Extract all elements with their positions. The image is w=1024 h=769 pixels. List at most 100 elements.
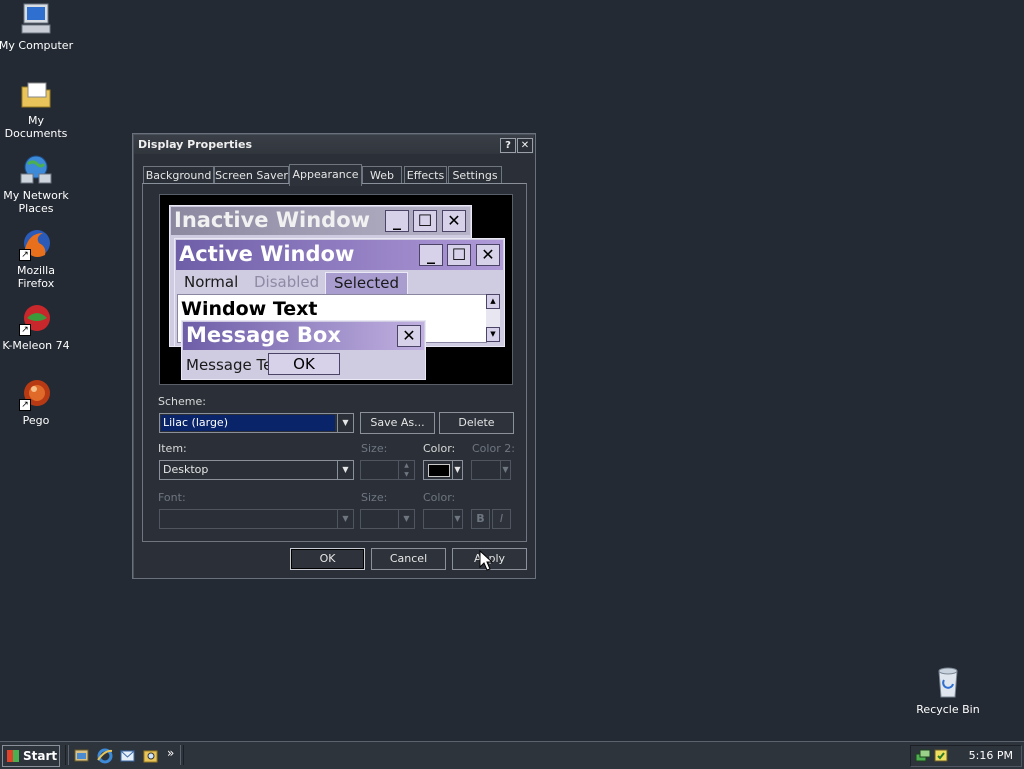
scheme-dropdown[interactable]: Lilac (large) ▼ — [159, 413, 354, 433]
desktop-icon-mozilla-firefox[interactable]: ↗ Mozilla Firefox — [0, 227, 74, 290]
show-desktop-icon[interactable] — [73, 747, 90, 764]
italic-button[interactable]: I — [492, 509, 511, 529]
window-title: Display Properties — [138, 138, 253, 151]
desktop-icon-label: Mozilla Firefox — [17, 264, 55, 290]
desktop-icon-label: Recycle Bin — [916, 703, 980, 716]
close-icon: ✕ — [442, 210, 466, 232]
preview-ok-button: OK — [268, 353, 340, 375]
chevron-down-icon[interactable]: ▼ — [398, 510, 414, 528]
item-value: Desktop — [163, 463, 209, 476]
desktop-icon-label: My Computer — [0, 39, 74, 52]
security-tray-icon[interactable] — [933, 748, 949, 763]
firefox-icon: ↗ — [19, 227, 53, 261]
preview-scrollbar: ▲ ▼ — [486, 294, 500, 342]
ok-button[interactable]: OK — [290, 548, 365, 570]
close-button[interactable]: ✕ — [517, 138, 533, 153]
font-dropdown[interactable]: ▼ — [159, 509, 354, 529]
display-properties-window: Display Properties ? ✕ Background Screen… — [132, 133, 536, 579]
desktop-icon-label: My Network Places — [3, 189, 69, 215]
bold-button[interactable]: B — [471, 509, 490, 529]
font-size-label: Size: — [361, 491, 388, 504]
tab-settings[interactable]: Settings — [448, 166, 502, 184]
quicklaunch-divider — [65, 745, 69, 765]
item-dropdown[interactable]: Desktop ▼ — [159, 460, 354, 480]
size-label: Size: — [361, 442, 388, 455]
tab-screen-saver[interactable]: Screen Saver — [214, 166, 289, 184]
scroll-up-icon: ▲ — [486, 294, 500, 309]
appearance-panel: Inactive Window _ ☐ ✕ Active Window _ ☐ … — [142, 183, 527, 542]
maximize-icon: ☐ — [447, 244, 471, 266]
my-computer-icon — [19, 2, 53, 36]
menu-selected: Selected — [325, 272, 409, 296]
pego-icon: ↗ — [19, 377, 53, 411]
network-icon — [19, 152, 53, 186]
start-label: Start — [23, 749, 58, 763]
desktop-icon-my-documents[interactable]: My Documents — [0, 77, 74, 140]
font-color-picker-button[interactable]: ▼ — [423, 509, 463, 529]
color2-picker-button[interactable]: ▼ — [471, 460, 511, 480]
scheme-value: Lilac (large) — [163, 416, 228, 429]
size-spinner[interactable]: ▲ ▼ — [360, 460, 415, 480]
active-window-title: Active Window — [179, 242, 355, 266]
internet-explorer-icon[interactable] — [96, 747, 113, 764]
window-text: Window Text — [181, 298, 318, 320]
shortcut-arrow-icon: ↗ — [19, 399, 31, 411]
folder-documents-icon — [19, 77, 53, 111]
desktop-icon-my-network-places[interactable]: My Network Places — [0, 152, 74, 215]
font-color-label: Color: — [423, 491, 456, 504]
clock[interactable]: 5:16 PM — [969, 749, 1013, 762]
color-label: Color: — [423, 442, 456, 455]
shortcut-arrow-icon: ↗ — [19, 249, 31, 261]
font-label: Font: — [158, 491, 186, 504]
cancel-button[interactable]: Cancel — [371, 548, 446, 570]
desktop-icon-label: Pego — [22, 414, 50, 427]
outlook-express-icon[interactable] — [119, 747, 136, 764]
tab-appearance[interactable]: Appearance — [289, 164, 362, 186]
save-as-button[interactable]: Save As... — [360, 412, 435, 434]
scheme-label: Scheme: — [158, 395, 206, 408]
desktop-icon-label: K-Meleon 74 — [2, 339, 70, 352]
maximize-icon: ☐ — [413, 210, 437, 232]
mouse-cursor-icon — [479, 550, 493, 571]
minimize-icon: _ — [419, 244, 443, 266]
close-icon: ✕ — [476, 244, 500, 266]
tab-effects[interactable]: Effects — [404, 166, 447, 184]
desktop-icon-pego[interactable]: ↗ Pego — [0, 377, 74, 427]
color-swatch — [428, 464, 450, 477]
quicklaunch-chevron-icon[interactable]: » — [167, 746, 174, 760]
chevron-down-icon: ▼ — [452, 510, 462, 528]
message-box-title: Message Box — [186, 323, 341, 347]
search-folder-icon[interactable] — [142, 747, 159, 764]
chevron-down-icon[interactable]: ▼ — [337, 510, 353, 528]
font-size-dropdown[interactable]: ▼ — [360, 509, 415, 529]
chevron-down-icon[interactable]: ▼ — [337, 414, 353, 432]
help-button[interactable]: ? — [500, 138, 516, 153]
title-bar[interactable]: Display Properties ? ✕ — [134, 135, 534, 154]
close-icon: ✕ — [397, 325, 421, 347]
network-tray-icon[interactable] — [915, 748, 931, 763]
spinner-arrows-icon[interactable]: ▲ ▼ — [398, 461, 414, 479]
taskbar: Start » 5:16 PM — [0, 741, 1024, 769]
color2-label: Color 2: — [472, 442, 515, 455]
scroll-down-icon: ▼ — [486, 327, 500, 342]
message-box-preview: Message Box ✕ Message Text OK — [181, 320, 426, 380]
color-picker-button[interactable]: ▼ — [423, 460, 463, 480]
chevron-down-icon: ▼ — [452, 461, 462, 479]
start-button[interactable]: Start — [2, 745, 60, 767]
delete-button[interactable]: Delete — [439, 412, 514, 434]
chevron-down-icon: ▼ — [500, 461, 510, 479]
chevron-down-icon[interactable]: ▼ — [337, 461, 353, 479]
tab-background[interactable]: Background — [143, 166, 214, 184]
inactive-window-title: Inactive Window — [174, 208, 371, 232]
taskbar-divider — [180, 745, 184, 765]
desktop-icon-recycle-bin[interactable]: Recycle Bin — [910, 666, 986, 716]
shortcut-arrow-icon: ↗ — [19, 324, 31, 336]
windows-logo-icon — [7, 750, 19, 762]
appearance-preview[interactable]: Inactive Window _ ☐ ✕ Active Window _ ☐ … — [159, 194, 513, 385]
tab-web[interactable]: Web — [362, 166, 402, 184]
menu-disabled: Disabled — [254, 273, 320, 291]
item-label: Item: — [158, 442, 187, 455]
system-tray: 5:16 PM — [910, 745, 1022, 767]
desktop-icon-my-computer[interactable]: My Computer — [0, 2, 74, 52]
desktop-icon-k-meleon[interactable]: ↗ K-Meleon 74 — [0, 302, 74, 352]
